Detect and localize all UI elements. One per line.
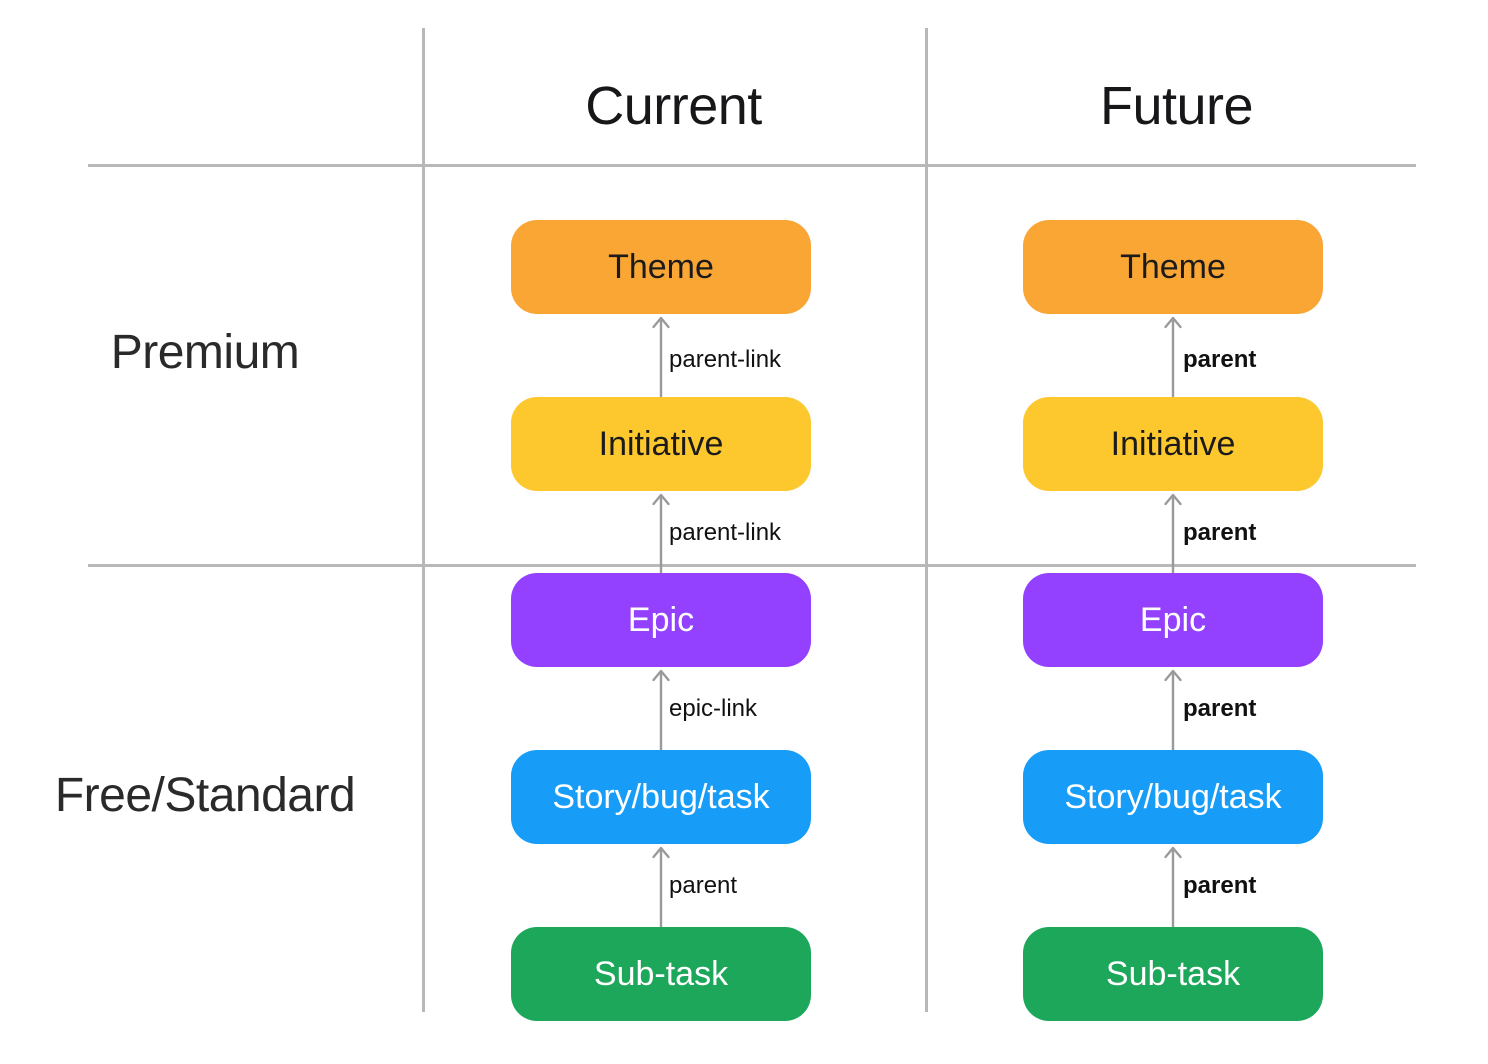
arrow-future-epic-to-initiative	[1161, 491, 1185, 574]
node-future-theme[interactable]: Theme	[1023, 220, 1323, 314]
edge-label-future-epic-to-initiative: parent	[1183, 519, 1257, 546]
vertical-divider-future	[925, 28, 928, 1012]
horizontal-divider-header	[88, 164, 1416, 167]
horizontal-divider-tiers	[88, 564, 1416, 567]
node-future-epic[interactable]: Epic	[1023, 573, 1323, 667]
node-future-subtask[interactable]: Sub-task	[1023, 927, 1323, 1021]
diagram-canvas: Current Future Premium Free/Standard The…	[0, 0, 1488, 1064]
edge-label-current-initiative-to-theme: parent-link	[669, 346, 782, 373]
vertical-divider-current	[422, 28, 425, 1012]
node-current-story-bug-task[interactable]: Story/bug/task	[511, 750, 811, 844]
edge-label-future-story-to-epic: parent	[1183, 695, 1257, 722]
edge-label-future-subtask-to-story: parent	[1183, 872, 1257, 899]
column-header-current: Current	[585, 76, 762, 136]
edge-label-current-story-to-epic: epic-link	[669, 695, 758, 722]
row-label-premium: Premium	[110, 326, 300, 379]
row-label-free-standard: Free/Standard	[54, 769, 356, 822]
arrow-future-subtask-to-story	[1161, 844, 1185, 927]
node-current-epic[interactable]: Epic	[511, 573, 811, 667]
edge-label-future-initiative-to-theme: parent	[1183, 346, 1257, 373]
arrow-future-story-to-epic	[1161, 667, 1185, 750]
column-header-future: Future	[1099, 76, 1254, 136]
node-future-story-bug-task[interactable]: Story/bug/task	[1023, 750, 1323, 844]
arrow-future-initiative-to-theme	[1161, 314, 1185, 397]
node-current-subtask[interactable]: Sub-task	[511, 927, 811, 1021]
node-current-initiative[interactable]: Initiative	[511, 397, 811, 491]
edge-label-current-epic-to-initiative: parent-link	[669, 519, 782, 546]
edge-label-current-subtask-to-story: parent	[669, 872, 738, 899]
node-current-theme[interactable]: Theme	[511, 220, 811, 314]
node-future-initiative[interactable]: Initiative	[1023, 397, 1323, 491]
